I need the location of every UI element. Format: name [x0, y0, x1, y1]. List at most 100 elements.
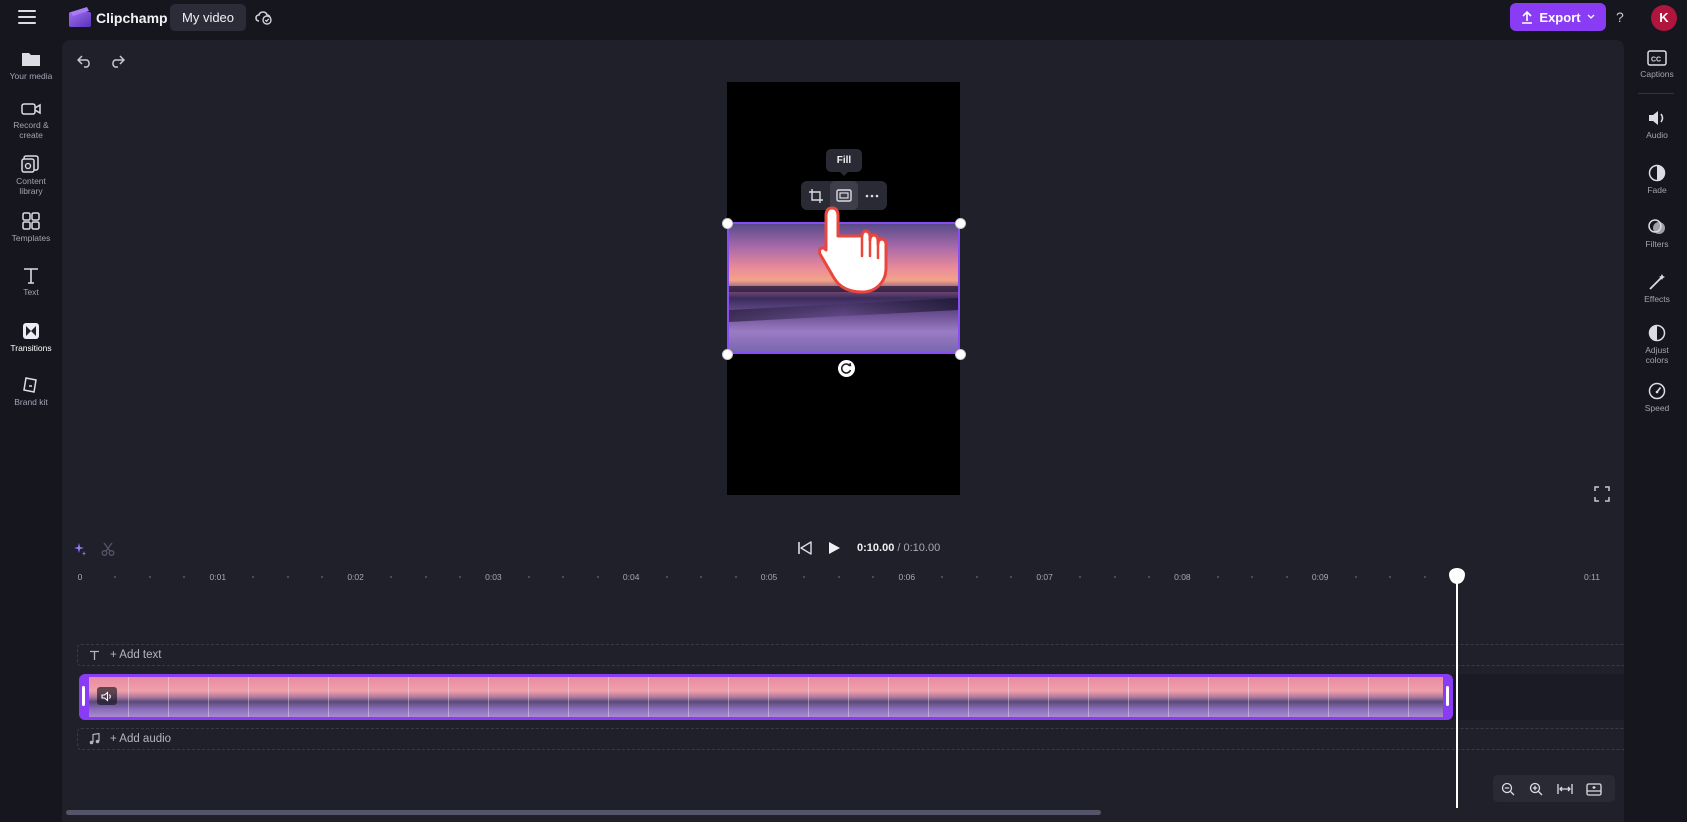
sidebar-item-content-library[interactable]: Content library: [0, 155, 62, 196]
clipchamp-logo-icon: [69, 7, 91, 27]
clip-audio-button[interactable]: [97, 687, 117, 705]
transitions-icon: [23, 323, 39, 339]
sidebar-item-transitions[interactable]: Transitions: [0, 322, 62, 353]
panel-item-effects[interactable]: Effects: [1626, 273, 1687, 304]
timeline-view-button[interactable]: [1584, 779, 1604, 799]
resize-handle-top-right[interactable]: [955, 218, 966, 229]
ruler-tick-label: 0:11: [1584, 572, 1600, 582]
zoom-controls: [1493, 775, 1615, 802]
speedometer-icon: [1648, 382, 1666, 400]
panel-item-fade[interactable]: Fade: [1626, 164, 1687, 195]
ruler-tick: [286, 576, 289, 578]
rotate-handle[interactable]: [838, 360, 855, 377]
add-text-track[interactable]: + Add text: [77, 644, 1624, 666]
timeline-scrollbar[interactable]: [66, 810, 1101, 815]
speaker-icon: [101, 690, 111, 702]
cloud-sync-icon[interactable]: [254, 8, 274, 26]
ruler-tick-label: 0:02: [347, 572, 364, 582]
chevron-down-icon: [1587, 14, 1595, 19]
avatar[interactable]: K: [1651, 5, 1677, 31]
project-title-button[interactable]: My video: [170, 4, 247, 31]
ruler-tick: [424, 576, 427, 578]
music-note-icon: [89, 733, 100, 745]
export-button[interactable]: Export: [1510, 3, 1606, 31]
ruler-tick: [975, 576, 978, 578]
add-audio-label: + Add audio: [110, 733, 172, 745]
skip-back-icon[interactable]: [797, 541, 812, 555]
ruler-tick-label: 0:04: [622, 572, 640, 582]
clip-thumbnails: [89, 677, 1443, 717]
panel-item-label: Adjust colors: [1645, 345, 1669, 365]
more-icon: [865, 194, 879, 197]
upload-icon: [1522, 10, 1533, 24]
scissors-icon[interactable]: [101, 542, 115, 556]
hand-pointer-icon: [818, 206, 888, 294]
time-display: 0:10.00 / 0:10.00: [857, 542, 940, 554]
sidebar-item-label: Transitions: [10, 343, 52, 353]
ruler-tick-label: 0:08: [1174, 572, 1191, 582]
fullscreen-icon[interactable]: [1594, 486, 1610, 502]
export-label: Export: [1539, 9, 1581, 25]
help-icon[interactable]: ?: [1616, 9, 1624, 25]
right-sidebar-divider: [1638, 93, 1674, 94]
fit-width-icon: [1557, 784, 1573, 794]
sidebar-item-label: Templates: [11, 233, 51, 243]
crop-icon: [809, 188, 823, 203]
redo-icon[interactable]: [109, 54, 125, 68]
ruler-tick: [1354, 576, 1357, 578]
sparkle-icon[interactable]: [73, 542, 87, 556]
fill-tooltip: Fill: [826, 149, 862, 176]
resize-handle-top-left[interactable]: [722, 218, 733, 229]
sidebar-item-label: Brand kit: [14, 397, 48, 407]
ruler-tick-label: 0: [77, 572, 83, 582]
resize-handle-bottom-left[interactable]: [722, 349, 733, 360]
rotate-icon: [840, 362, 852, 374]
total-time: 0:10.00: [903, 542, 941, 554]
ruler-tick-label: 0:01: [209, 572, 227, 582]
fill-icon: [836, 189, 852, 202]
zoom-in-button[interactable]: [1526, 779, 1546, 799]
ruler-tick: [527, 576, 530, 578]
ruler-tick-label: 0:09: [1311, 572, 1329, 582]
panel-item-captions[interactable]: CC Captions: [1626, 50, 1687, 79]
panel-item-filters[interactable]: Filters: [1626, 218, 1687, 249]
filters-icon: [1648, 219, 1665, 234]
panel-item-label: Captions: [1640, 69, 1674, 79]
zoom-out-button[interactable]: [1498, 779, 1518, 799]
sidebar-item-record-create[interactable]: Record & create: [0, 101, 62, 140]
playhead[interactable]: [1456, 576, 1458, 808]
ruler-tick: [1423, 576, 1426, 578]
sidebar-item-templates[interactable]: Templates: [0, 212, 62, 243]
ruler-tick-label: 0:06: [898, 572, 916, 582]
ruler-tick: [734, 576, 737, 578]
top-bar: Clipchamp My video Export ? K: [0, 0, 1687, 36]
clip-trim-handle-left[interactable]: [82, 686, 85, 706]
play-icon[interactable]: [828, 541, 841, 555]
ruler-tick-label: 0:05: [760, 572, 778, 582]
panel-item-label: Speed: [1644, 403, 1670, 413]
ruler-tick: [1216, 576, 1219, 578]
sidebar-item-brand-kit[interactable]: Brand kit: [0, 376, 62, 407]
zoom-in-icon: [1529, 782, 1543, 796]
sidebar-item-label: Content library: [16, 176, 46, 196]
fit-to-timeline-button[interactable]: [1555, 779, 1575, 799]
menu-icon[interactable]: [18, 10, 36, 26]
resize-handle-bottom-right[interactable]: [955, 349, 966, 360]
timeline-video-clip[interactable]: [79, 674, 1453, 720]
add-audio-track[interactable]: + Add audio: [77, 728, 1624, 750]
svg-text:CC: CC: [1651, 57, 1661, 64]
panel-item-audio[interactable]: Audio: [1626, 109, 1687, 140]
undo-icon[interactable]: [77, 54, 93, 68]
panel-item-label: Filters: [1645, 239, 1669, 249]
clip-trim-handle-right[interactable]: [1446, 686, 1449, 706]
camera-icon: [21, 103, 41, 115]
magic-wand-icon: [1649, 274, 1665, 290]
ruler-tick: [148, 576, 151, 578]
panel-item-adjust-colors[interactable]: Adjust colors: [1626, 324, 1687, 365]
sidebar-item-your-media[interactable]: Your media: [0, 50, 62, 81]
sidebar-item-text[interactable]: Text: [0, 267, 62, 297]
ruler-tick: [665, 576, 668, 578]
zoom-out-icon: [1501, 782, 1515, 796]
panel-item-speed[interactable]: Speed: [1626, 382, 1687, 413]
ruler-tick-label: 0:07: [1036, 572, 1053, 582]
